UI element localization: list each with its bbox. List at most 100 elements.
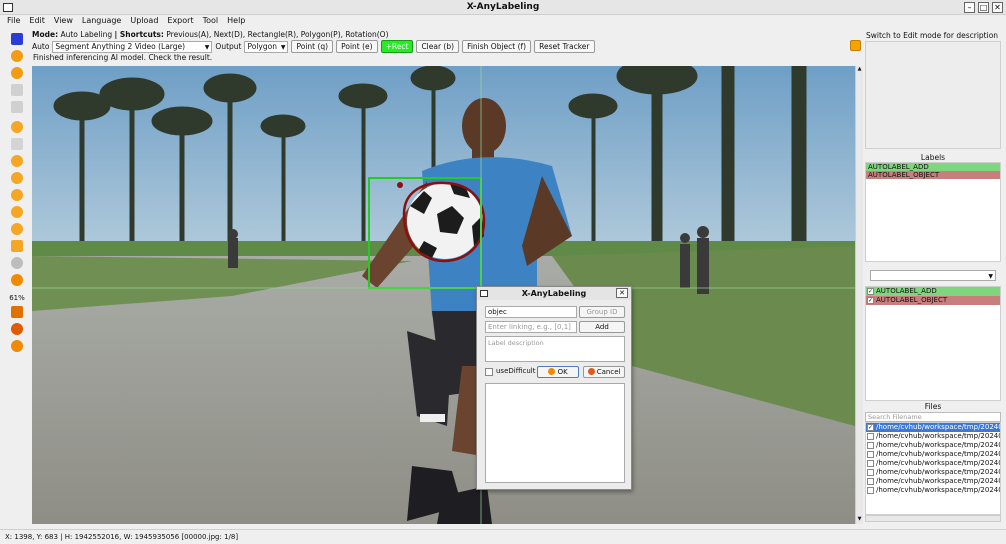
label-item[interactable]: AUTOLABEL_ADD <box>866 163 1000 171</box>
file-item[interactable]: /home/cvhub/workspace/tmp/2024090 <box>866 441 1000 450</box>
file-path: /home/cvhub/workspace/tmp/2024090 <box>876 423 1000 431</box>
image-canvas[interactable] <box>32 66 855 524</box>
close-button[interactable]: ✕ <box>992 2 1003 13</box>
clear-button[interactable]: Clear (b) <box>416 40 460 53</box>
open-file-icon[interactable] <box>11 33 23 45</box>
create-line-icon[interactable] <box>11 189 23 201</box>
create-polygon-icon[interactable] <box>11 121 23 133</box>
cancel-label: Cancel <box>596 368 621 376</box>
title-bar: X-AnyLabeling – □ ✕ <box>0 0 1006 15</box>
prev-image-icon[interactable] <box>11 67 23 79</box>
label-item[interactable]: AUTOLABEL_OBJECT <box>866 171 1000 179</box>
model-select[interactable]: Segment Anything 2 Video (Large) ▼ <box>52 40 213 53</box>
label-list[interactable] <box>485 383 625 483</box>
object-label: AUTOLABEL_OBJECT <box>876 296 948 304</box>
run-icon[interactable] <box>850 40 861 51</box>
create-point-icon[interactable] <box>11 206 23 218</box>
menu-view[interactable]: View <box>54 15 73 26</box>
file-checkbox[interactable] <box>867 487 874 494</box>
file-checkbox[interactable] <box>867 469 874 476</box>
menu-help[interactable]: Help <box>227 15 245 26</box>
brightness-icon[interactable] <box>11 323 23 335</box>
auto-label-icon[interactable] <box>11 340 23 352</box>
file-item[interactable]: /home/cvhub/workspace/tmp/2024090 <box>866 468 1000 477</box>
file-path: /home/cvhub/workspace/tmp/2024090 <box>876 450 1000 458</box>
scene-image <box>32 66 855 524</box>
file-checkbox[interactable] <box>867 451 874 458</box>
group-id-field[interactable]: Group ID <box>579 306 625 318</box>
point-e-button[interactable]: Point (e) <box>336 40 378 53</box>
use-difficult-checkbox[interactable] <box>485 368 493 376</box>
ok-button[interactable]: OK <box>537 366 579 378</box>
canvas-vertical-scrollbar[interactable]: ▲ ▼ <box>855 66 863 524</box>
menu-file[interactable]: File <box>7 15 20 26</box>
file-search-input[interactable]: Search Filename <box>865 412 1001 422</box>
cancel-button[interactable]: Cancel <box>583 366 625 378</box>
cancel-icon <box>587 368 595 375</box>
file-checkbox[interactable] <box>867 433 874 440</box>
rect-button[interactable]: +Rect <box>380 40 414 53</box>
file-list: ✓/home/cvhub/workspace/tmp/2024090 /home… <box>865 422 1001 515</box>
fit-width-icon[interactable] <box>11 306 23 318</box>
maximize-button[interactable]: □ <box>978 2 989 13</box>
mode-label: Mode: <box>32 30 59 39</box>
file-item[interactable]: /home/cvhub/workspace/tmp/2024090 <box>866 486 1000 495</box>
label-dialog: X-AnyLabeling ✕ objec Group ID Enter lin… <box>476 286 632 490</box>
object-visibility-checkbox[interactable]: ✓ <box>867 297 874 304</box>
file-path: /home/cvhub/workspace/tmp/2024090 <box>876 468 1000 476</box>
left-toolbar: 61% <box>8 30 26 524</box>
file-list-horizontal-scrollbar[interactable] <box>865 515 1001 522</box>
create-rotation-icon[interactable] <box>11 155 23 167</box>
linking-input[interactable]: Enter linking, e.g., [0,1] <box>485 321 577 333</box>
file-item[interactable]: /home/cvhub/workspace/tmp/2024090 <box>866 432 1000 441</box>
edit-mode-icon[interactable] <box>11 240 23 252</box>
model-select-value: Segment Anything 2 Video (Large) <box>55 41 186 51</box>
point-q-button[interactable]: Point (q) <box>291 40 334 53</box>
reset-tracker-button[interactable]: Reset Tracker <box>534 40 595 53</box>
objects-list: ✓ AUTOLABEL_ADD ✓ AUTOLABEL_OBJECT <box>865 286 1001 401</box>
label-input[interactable]: objec <box>485 306 577 318</box>
scroll-up-icon[interactable]: ▲ <box>856 66 863 74</box>
file-item[interactable]: ✓/home/cvhub/workspace/tmp/2024090 <box>866 423 1000 432</box>
ok-icon <box>548 368 556 375</box>
delete-shape-icon[interactable] <box>11 257 23 269</box>
create-rectangle-icon[interactable] <box>11 138 23 150</box>
chevron-down-icon: ▼ <box>988 273 993 280</box>
label-filter-select[interactable]: ▼ <box>870 270 996 281</box>
create-linestrip-icon[interactable] <box>11 223 23 235</box>
file-path: /home/cvhub/workspace/tmp/2024090 <box>876 459 1000 467</box>
label-description-field[interactable]: Label description <box>485 336 625 362</box>
ok-label: OK <box>557 368 568 376</box>
dialog-close-button[interactable]: ✕ <box>616 288 628 298</box>
minimize-button[interactable]: – <box>964 2 975 13</box>
polygon-vertex-handle[interactable] <box>397 182 403 188</box>
auto-label-controls: Auto Segment Anything 2 Video (Large) ▼ … <box>32 40 595 53</box>
file-checkbox[interactable]: ✓ <box>867 424 874 431</box>
finish-object-button[interactable]: Finish Object (f) <box>462 40 532 53</box>
create-circle-icon[interactable] <box>11 172 23 184</box>
file-checkbox[interactable] <box>867 442 874 449</box>
next-image-icon[interactable] <box>11 50 23 62</box>
description-panel <box>865 41 1001 149</box>
object-visibility-checkbox[interactable]: ✓ <box>867 288 874 295</box>
menu-export[interactable]: Export <box>167 15 193 26</box>
labels-header: Labels <box>920 153 946 162</box>
menu-edit[interactable]: Edit <box>29 15 45 26</box>
delete-file-icon[interactable] <box>11 101 23 113</box>
output-select[interactable]: Polygon ▼ <box>244 40 289 53</box>
menu-tool[interactable]: Tool <box>203 15 219 26</box>
object-item[interactable]: ✓ AUTOLABEL_ADD <box>866 287 1000 296</box>
file-item[interactable]: /home/cvhub/workspace/tmp/2024090 <box>866 450 1000 459</box>
file-item[interactable]: /home/cvhub/workspace/tmp/2024090 <box>866 459 1000 468</box>
undo-icon[interactable] <box>11 274 23 286</box>
object-item[interactable]: ✓ AUTOLABEL_OBJECT <box>866 296 1000 305</box>
file-item[interactable]: /home/cvhub/workspace/tmp/2024090 <box>866 477 1000 486</box>
menu-upload[interactable]: Upload <box>130 15 158 26</box>
file-checkbox[interactable] <box>867 460 874 467</box>
scroll-down-icon[interactable]: ▼ <box>856 516 863 524</box>
save-icon[interactable] <box>11 84 23 96</box>
menu-language[interactable]: Language <box>82 15 121 26</box>
labels-list: AUTOLABEL_ADD AUTOLABEL_OBJECT <box>865 162 1001 262</box>
add-button[interactable]: Add <box>579 321 625 333</box>
file-checkbox[interactable] <box>867 478 874 485</box>
